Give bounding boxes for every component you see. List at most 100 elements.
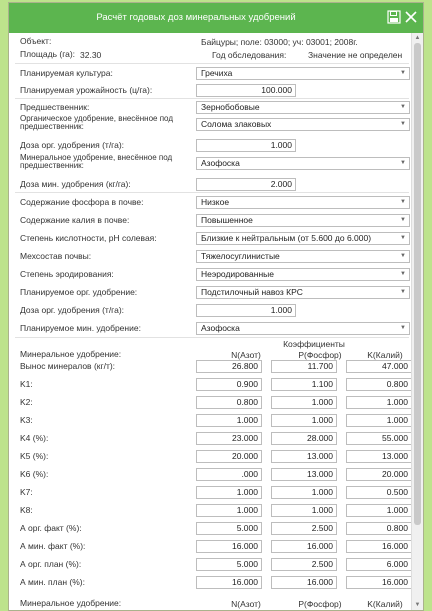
planned-org-select-value: Подстилочный навоз КРС xyxy=(201,287,303,297)
coef-input-k[interactable]: 0.500 xyxy=(346,486,412,499)
chevron-down-icon: ▼ xyxy=(400,235,406,241)
coef-input-k[interactable]: 1.000 xyxy=(346,504,412,517)
coef-input-p[interactable]: 1.000 xyxy=(271,486,337,499)
org-predecessor-select[interactable]: Солома злаковых ▼ xyxy=(196,118,410,131)
planned-min-select-value: Азофоска xyxy=(201,323,240,333)
coef-input-n[interactable]: 1.000 xyxy=(196,504,262,517)
coef-input-n[interactable]: 20.000 xyxy=(196,450,262,463)
divider xyxy=(15,192,409,193)
coef-input-k[interactable]: 55.000 xyxy=(346,432,412,445)
predecessor-label: Предшественник: xyxy=(20,102,90,112)
phosphorus-select[interactable]: Низкое ▼ xyxy=(196,196,410,209)
coefficients-header: Коэффициенты xyxy=(283,339,345,349)
potassium-select-value: Повышенное xyxy=(201,215,253,225)
yield-label: Планируемая урожайность (ц/га): xyxy=(20,85,153,95)
coef-input-k[interactable]: 16.000 xyxy=(346,540,412,553)
survey-year-label: Год обследования: xyxy=(212,50,287,60)
chevron-down-icon: ▼ xyxy=(400,70,406,76)
coef-input-n[interactable]: 5.000 xyxy=(196,522,262,535)
planned-org-dose-input[interactable]: 1.000 xyxy=(196,304,296,317)
coef-input-n[interactable]: 23.000 xyxy=(196,432,262,445)
coef-input-k[interactable]: 20.000 xyxy=(346,468,412,481)
org-dose-label: Доза орг. удобрения (т/га): xyxy=(20,140,125,150)
coef-row-header: Минеральное удобрение: xyxy=(20,349,122,359)
form-content: Объект: Байцуры; поле: 03000; уч: 03001;… xyxy=(9,33,412,610)
potassium-label: Содержание калия в почве: xyxy=(20,215,130,225)
predecessor-select[interactable]: Зернобобовые ▼ xyxy=(196,101,410,114)
coef-row-label: K8: xyxy=(20,505,33,515)
coef-input-n[interactable]: 1.000 xyxy=(196,486,262,499)
coef-input-p[interactable]: 1.000 xyxy=(271,396,337,409)
chevron-down-icon: ▼ xyxy=(400,289,406,295)
min-dose-input[interactable]: 2.000 xyxy=(196,178,296,191)
chevron-down-icon: ▼ xyxy=(400,217,406,223)
coef-row-label: А орг. план (%): xyxy=(20,559,82,569)
acidity-select[interactable]: Близкие к нейтральным (от 5.600 до 6.000… xyxy=(196,232,410,245)
soil-texture-label: Мехсостав почвы: xyxy=(20,251,92,261)
potassium-select[interactable]: Повышенное ▼ xyxy=(196,214,410,227)
soil-texture-select[interactable]: Тяжелосуглинистые ▼ xyxy=(196,250,410,263)
coef-input-k[interactable]: 0.800 xyxy=(346,378,412,391)
coef-input-p[interactable]: 2.500 xyxy=(271,558,337,571)
scrollbar-thumb[interactable] xyxy=(414,43,421,525)
soil-texture-select-value: Тяжелосуглинистые xyxy=(201,251,280,261)
min-predecessor-select[interactable]: Азофоска ▼ xyxy=(196,157,410,170)
coef-input-p[interactable]: 16.000 xyxy=(271,540,337,553)
yield-input[interactable]: 100.000 xyxy=(196,84,296,97)
coef-input-k[interactable]: 16.000 xyxy=(346,576,412,589)
chevron-down-icon: ▼ xyxy=(400,253,406,259)
coef-input-n[interactable]: 1.000 xyxy=(196,414,262,427)
erosion-label: Степень эродирования: xyxy=(20,269,114,279)
coef-input-p[interactable]: 1.000 xyxy=(271,504,337,517)
divider xyxy=(15,98,409,99)
coef-input-k[interactable]: 1.000 xyxy=(346,414,412,427)
save-icon[interactable] xyxy=(387,10,401,24)
coef-input-k[interactable]: 47.000 xyxy=(346,360,412,373)
coef-footer-label: Минеральное удобрение: xyxy=(20,598,122,608)
coef-input-p[interactable]: 2.500 xyxy=(271,522,337,535)
coef-input-p[interactable]: 28.000 xyxy=(271,432,337,445)
coef-input-k[interactable]: 6.000 xyxy=(346,558,412,571)
org-predecessor-select-value: Солома злаковых xyxy=(201,119,272,129)
chevron-down-icon: ▼ xyxy=(400,325,406,331)
coef-input-n[interactable]: 0.900 xyxy=(196,378,262,391)
coef-input-p[interactable]: 13.000 xyxy=(271,450,337,463)
chevron-down-icon: ▼ xyxy=(400,199,406,205)
coef-input-n[interactable]: 5.000 xyxy=(196,558,262,571)
planned-org-dose-label: Доза орг. удобрения (т/га): xyxy=(20,305,125,315)
coef-input-p[interactable]: 1.100 xyxy=(271,378,337,391)
erosion-select[interactable]: Неэродированные ▼ xyxy=(196,268,410,281)
scroll-up-icon[interactable]: ▲ xyxy=(412,33,423,43)
area-value: 32.30 xyxy=(80,50,102,60)
coef-input-p[interactable]: 13.000 xyxy=(271,468,337,481)
planned-min-select[interactable]: Азофоска ▼ xyxy=(196,322,410,335)
vertical-scrollbar[interactable]: ▲ ▼ xyxy=(411,33,423,610)
survey-year-value: Значение не определен xyxy=(308,50,403,60)
close-icon[interactable] xyxy=(404,10,418,24)
crop-label: Планируемая культура: xyxy=(20,68,113,78)
scroll-down-icon[interactable]: ▼ xyxy=(412,600,423,610)
planned-org-select[interactable]: Подстилочный навоз КРС ▼ xyxy=(196,286,410,299)
coef-input-n[interactable]: .000 xyxy=(196,468,262,481)
object-value: Байцуры; поле: 03000; уч: 03001; 2008г. xyxy=(201,37,358,47)
phosphorus-label: Содержание фосфора в почве: xyxy=(20,197,144,207)
crop-select-value: Гречиха xyxy=(201,68,233,78)
coef-input-n[interactable]: 16.000 xyxy=(196,576,262,589)
coef-input-n[interactable]: 0.800 xyxy=(196,396,262,409)
coef-input-k[interactable]: 1.000 xyxy=(346,396,412,409)
chevron-down-icon: ▼ xyxy=(400,104,406,110)
coef-input-k[interactable]: 0.800 xyxy=(346,522,412,535)
min-dose-label: Доза мин. удобрения (кг/га): xyxy=(20,179,131,189)
coef-input-p[interactable]: 1.000 xyxy=(271,414,337,427)
coef-input-k[interactable]: 13.000 xyxy=(346,450,412,463)
coef-input-n[interactable]: 26.800 xyxy=(196,360,262,373)
org-predecessor-label: Органическое удобрение, внесённое под пр… xyxy=(20,114,173,131)
coef-input-p[interactable]: 11.700 xyxy=(271,360,337,373)
coef-row-label: Вынос минералов (кг/т): xyxy=(20,361,116,371)
coef-row-label: А орг. факт (%): xyxy=(20,523,82,533)
crop-select[interactable]: Гречиха ▼ xyxy=(196,67,410,80)
org-dose-input[interactable]: 1.000 xyxy=(196,139,296,152)
coef-input-p[interactable]: 16.000 xyxy=(271,576,337,589)
coef-input-n[interactable]: 16.000 xyxy=(196,540,262,553)
coef-row-label: K4 (%): xyxy=(20,433,49,443)
